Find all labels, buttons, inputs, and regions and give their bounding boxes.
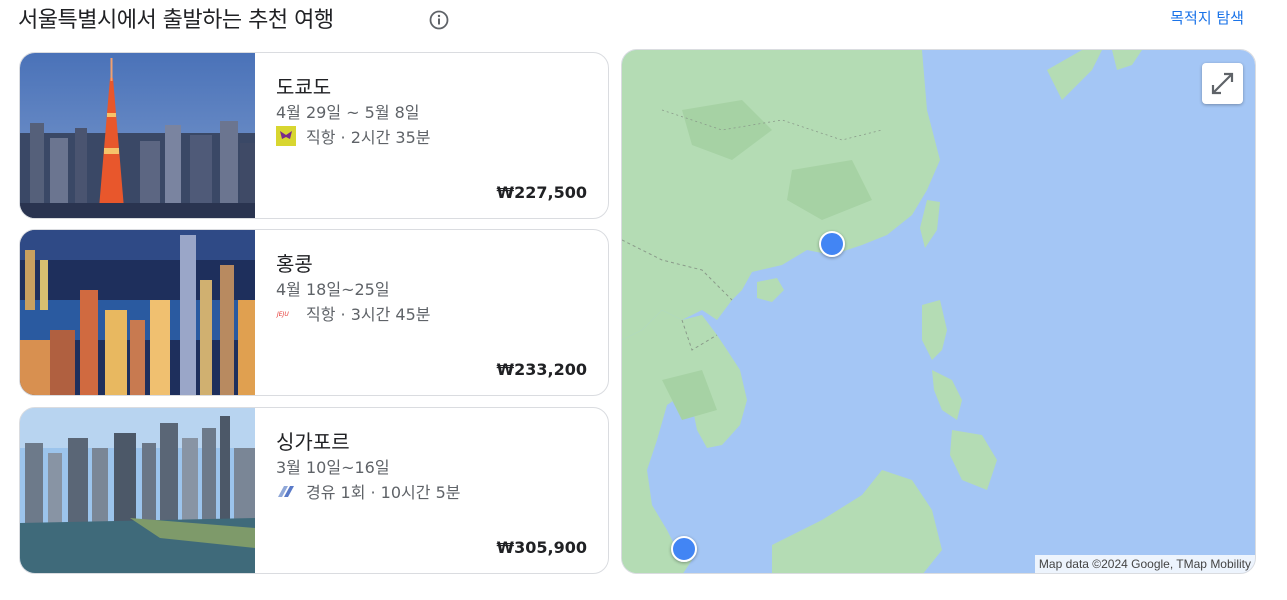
airline-logo-icon [276,126,296,146]
flight-info: 경유 1회 · 10시간 5분 [276,479,460,503]
svg-text:JEJU: JEJU [276,311,289,318]
price-label: ₩227,500 [496,183,587,202]
flight-summary: 직항 · 2시간 35분 [306,128,431,147]
destination-city: 도쿄도 [276,75,332,99]
flight-info: JEJU 직항 · 3시간 45분 [276,301,430,325]
destination-photo [20,408,255,573]
map-pin-hong-kong[interactable] [819,231,845,257]
destination-city: 싱가포르 [276,430,350,454]
map-attribution: Map data ©2024 Google, TMap Mobility [1034,555,1255,573]
map-pin-singapore[interactable] [671,536,697,562]
destination-map[interactable]: Map data ©2024 Google, TMap Mobility [621,49,1256,574]
destination-photo [20,53,255,218]
airline-logo-icon [278,486,294,497]
explore-destinations-link[interactable]: 목적지 탐색 [1170,7,1244,28]
travel-dates: 3월 10일~16일 [276,458,390,477]
info-icon[interactable] [429,10,449,30]
section-title: 서울특별시에서 출발하는 추천 여행 [18,8,334,33]
section-header: 서울특별시에서 출발하는 추천 여행 목적지 탐색 [18,0,1268,40]
price-label: ₩233,200 [496,360,587,379]
expand-map-button[interactable] [1202,63,1243,104]
destination-card-singapore[interactable]: 싱가포르 3월 10일~16일 경유 1회 · 10시간 5분 ₩305,900 [19,407,609,574]
price-label: ₩305,900 [496,538,587,557]
destination-card-tokyo[interactable]: 도쿄도 4월 29일 ~ 5월 8일 직항 · 2시간 35분 ₩227,500 [19,52,609,219]
flight-info: 직항 · 2시간 35분 [276,124,430,148]
flight-summary: 경유 1회 · 10시간 5분 [306,483,461,502]
destination-photo [20,230,255,395]
destination-city: 홍콩 [276,252,313,276]
travel-dates: 4월 18일~25일 [276,280,390,299]
travel-dates: 4월 29일 ~ 5월 8일 [276,103,420,122]
destination-card-hong-kong[interactable]: 홍콩 4월 18일~25일 JEJU 직항 · 3시간 45분 ₩233,200 [19,229,609,396]
flight-summary: 직항 · 3시간 45분 [306,305,431,324]
expand-icon [1211,72,1234,95]
airline-logo-icon: JEJU [276,303,296,323]
